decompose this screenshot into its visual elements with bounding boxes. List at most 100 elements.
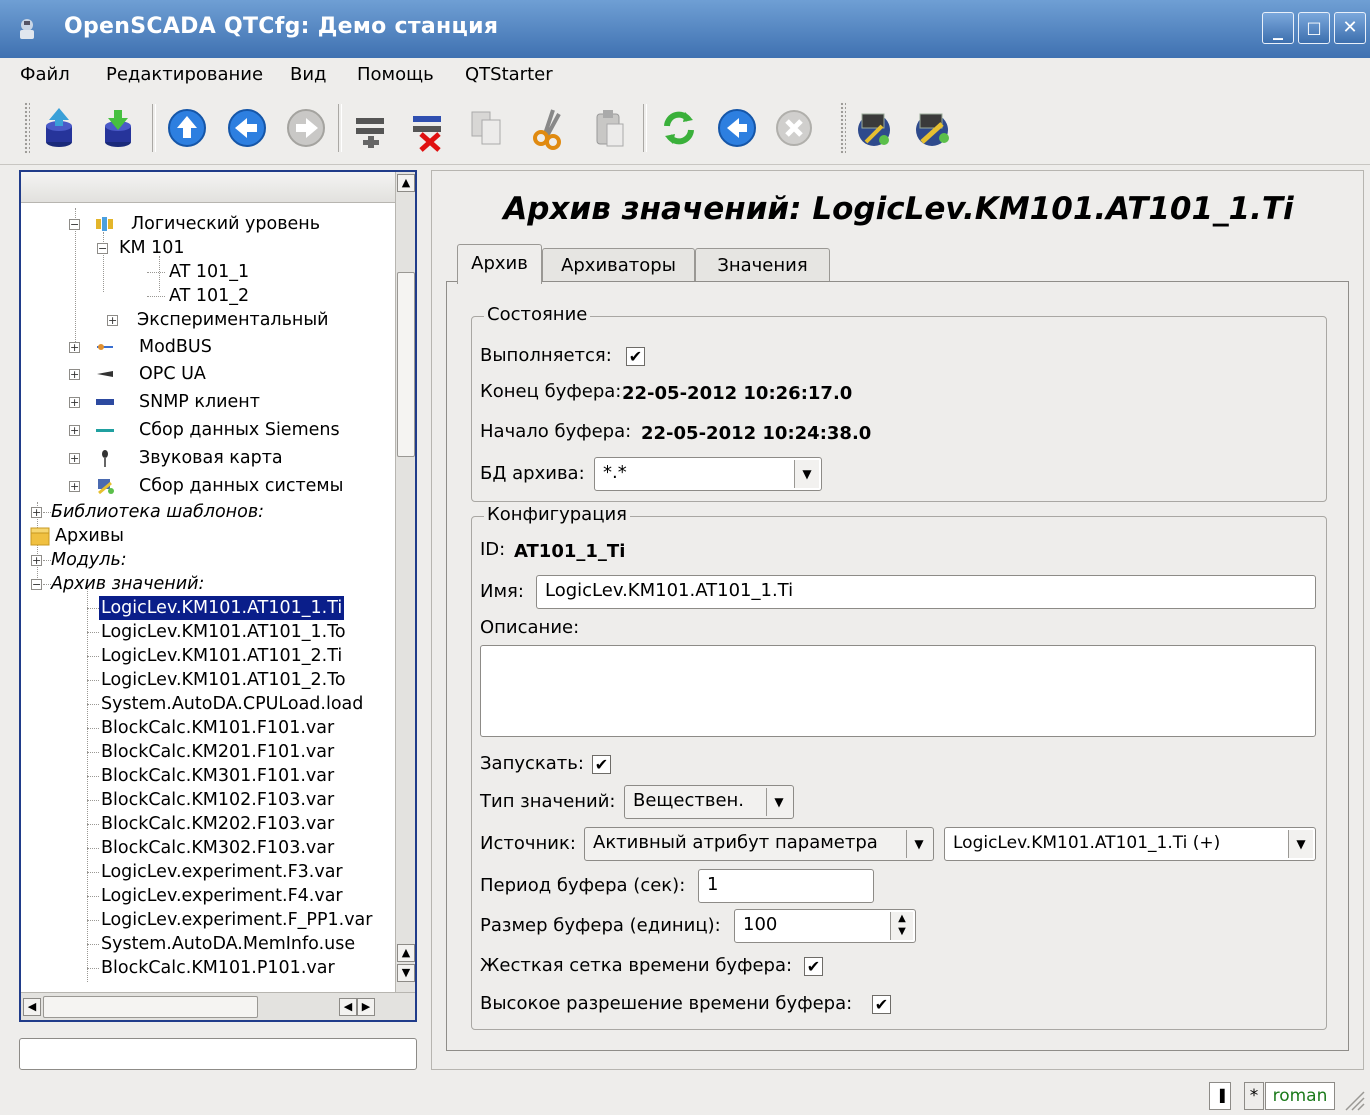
scroll-up-arrow-icon[interactable]: ▲ <box>397 944 415 962</box>
delete-item-icon[interactable] <box>405 104 453 152</box>
toolbar <box>0 92 1370 165</box>
status-bar <box>0 1076 1370 1115</box>
description-label: Описание: <box>480 617 580 638</box>
status-user[interactable]: roman <box>1265 1082 1335 1110</box>
scroll-up-arrow-icon[interactable]: ▲ <box>397 174 415 192</box>
snmp-icon <box>96 399 114 405</box>
dropdown-arrow-icon[interactable]: ▼ <box>906 830 931 858</box>
name-label: Имя: <box>480 581 524 602</box>
collapse-icon[interactable]: − <box>31 579 42 590</box>
running-label: Выполняется: <box>480 345 612 366</box>
start-label: Запускать: <box>480 753 584 774</box>
collapse-icon[interactable]: − <box>69 219 80 230</box>
archive-db-select[interactable]: *.* ▼ <box>594 457 822 491</box>
add-item-icon[interactable] <box>348 104 396 152</box>
dropdown-arrow-icon[interactable]: ▼ <box>766 788 791 816</box>
collapse-icon[interactable]: − <box>97 243 108 254</box>
menu-file[interactable]: Файл <box>20 64 70 85</box>
value-type-label: Тип значений: <box>480 791 616 812</box>
source-label: Источник: <box>480 833 576 854</box>
expand-icon[interactable]: + <box>69 481 80 492</box>
toolbar-separator <box>152 104 156 152</box>
running-checkbox[interactable]: ✔ <box>626 347 645 366</box>
tab-archivers[interactable]: Архиваторы <box>542 248 695 282</box>
expand-icon[interactable]: + <box>69 397 80 408</box>
tree-horizontal-scrollbar[interactable]: ◀ ◀ ▶ <box>21 992 415 1020</box>
siemens-icon <box>96 429 114 432</box>
description-textarea[interactable] <box>480 645 1316 737</box>
expand-icon[interactable]: + <box>69 342 80 353</box>
page-title: Архив значений: LogicLev.KM101.AT101_1.T… <box>503 191 1294 227</box>
config-group-title: Конфигурация <box>484 504 630 525</box>
remote-station-icon[interactable] <box>850 104 898 152</box>
name-input[interactable]: LogicLev.KM101.AT101_1.Ti <box>536 575 1316 609</box>
menu-bar: Файл Редактирование Вид Помощь QTStarter <box>0 58 1370 92</box>
paste-icon[interactable] <box>585 104 633 152</box>
scroll-down-arrow-icon[interactable]: ▼ <box>397 964 415 982</box>
resize-grip-icon[interactable] <box>1340 1086 1366 1112</box>
start-icon[interactable] <box>713 104 761 152</box>
expand-icon[interactable]: + <box>31 555 42 566</box>
back-icon[interactable] <box>223 104 271 152</box>
scroll-left-arrow-icon[interactable]: ◀ <box>339 998 357 1016</box>
scroll-right-arrow-icon[interactable]: ▶ <box>357 998 375 1016</box>
buffer-size-label: Размер буфера (единиц): <box>480 915 721 936</box>
status-page-icon[interactable]: ▐ <box>1209 1082 1231 1110</box>
buffer-period-input[interactable]: 1 <box>698 869 874 903</box>
tree-vertical-scrollbar[interactable]: ▲ ▲ ▼ <box>395 172 415 992</box>
tree-scroll-thumb[interactable] <box>397 272 415 457</box>
hard-time-grid-label: Жесткая сетка времени буфера: <box>480 955 793 976</box>
id-label: ID: <box>480 539 506 560</box>
expand-icon[interactable]: + <box>31 507 42 518</box>
dropdown-arrow-icon[interactable]: ▼ <box>794 460 819 488</box>
source-mode-select[interactable]: Активный атрибут параметра ▼ <box>584 827 934 861</box>
config-group: Конфигурация ID: AT101_1_Ti Имя: LogicLe… <box>471 504 1327 1030</box>
tab-values[interactable]: Значения <box>695 248 830 282</box>
navigation-tree[interactable]: ▲ ▲ ▼ ◀ ◀ ▶ − Логический уровень − KM 10… <box>19 170 417 1022</box>
archive-box-icon <box>30 527 50 546</box>
db-save-icon[interactable] <box>94 104 142 152</box>
value-type-select[interactable]: Веществен. ▼ <box>624 785 794 819</box>
state-group-title: Состояние <box>484 304 591 325</box>
db-load-icon[interactable] <box>35 104 83 152</box>
menu-view[interactable]: Вид <box>290 64 327 85</box>
refresh-icon[interactable] <box>655 104 703 152</box>
cut-icon[interactable] <box>525 104 573 152</box>
up-icon[interactable] <box>163 104 211 152</box>
tab-archive[interactable]: Архив <box>457 244 542 284</box>
stop-icon[interactable] <box>770 104 818 152</box>
expand-icon[interactable]: + <box>69 453 80 464</box>
tree-hscroll-thumb[interactable] <box>43 996 258 1018</box>
expand-icon[interactable]: + <box>69 369 80 380</box>
buffer-begin-value: 22-05-2012 10:24:38.0 <box>641 423 872 444</box>
toolbar-grip[interactable] <box>840 102 846 154</box>
tree-header <box>21 172 395 203</box>
menu-help[interactable]: Помощь <box>357 64 434 85</box>
dropdown-arrow-icon[interactable]: ▼ <box>1288 830 1313 858</box>
forward-icon[interactable] <box>282 104 330 152</box>
expand-icon[interactable]: + <box>69 425 80 436</box>
modbus-icon <box>97 344 113 350</box>
source-parameter-select[interactable]: LogicLev.KM101.AT101_1.Ti (+) ▼ <box>944 827 1316 861</box>
window-title: OpenSCADA QTCfg: Демо станция <box>64 14 499 39</box>
openscada-app-icon <box>20 19 34 39</box>
high-res-time-checkbox[interactable]: ✔ <box>872 995 891 1014</box>
spin-arrows-icon[interactable]: ▲ ▼ <box>890 912 913 940</box>
minimize-button[interactable]: _ <box>1262 12 1294 44</box>
menu-edit[interactable]: Редактирование <box>106 64 263 85</box>
expand-icon[interactable]: + <box>107 315 118 326</box>
title-bar: OpenSCADA QTCfg: Демо станция _ □ ✕ <box>0 0 1370 58</box>
buffer-begin-label: Начало буфера: <box>480 421 632 442</box>
remote-update-icon[interactable] <box>908 104 956 152</box>
tree-info-field[interactable] <box>19 1038 417 1070</box>
maximize-button[interactable]: □ <box>1298 12 1330 44</box>
copy-icon[interactable] <box>462 104 510 152</box>
menu-qtstarter[interactable]: QTStarter <box>465 64 553 85</box>
hard-time-grid-checkbox[interactable]: ✔ <box>804 957 823 976</box>
close-button[interactable]: ✕ <box>1334 12 1366 44</box>
toolbar-grip[interactable] <box>24 102 30 154</box>
buffer-size-spinbox[interactable]: 100 ▲ ▼ <box>734 909 916 943</box>
start-checkbox[interactable]: ✔ <box>592 755 611 774</box>
scroll-left-arrow-icon[interactable]: ◀ <box>23 998 41 1016</box>
tab-content: Состояние Выполняется: ✔ Конец буфера: 2… <box>446 281 1349 1051</box>
